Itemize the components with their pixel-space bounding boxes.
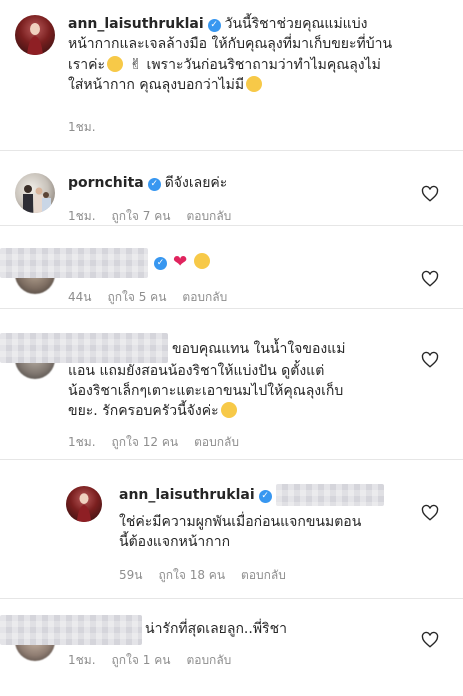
like-count-link[interactable]: ถูกใจ 18 คน xyxy=(158,568,225,582)
heart-like-icon[interactable] xyxy=(421,504,439,522)
comment-text-line: ใส่หน้ากาก คุณลุงบอกว่าไม่มี xyxy=(68,77,245,93)
victory-hand-emoji-icon: ✌ xyxy=(129,55,143,73)
heart-like-icon[interactable] xyxy=(421,185,439,203)
reply-button[interactable]: ตอบกลับ xyxy=(182,290,227,304)
comment-text-line: น้องริชาเล็กๆเตาะแตะเอาขนมไปให้คุณลุงเก็… xyxy=(68,383,344,399)
username-redacted xyxy=(0,333,168,363)
caption-comment: ann_laisuthruklai ✓ วันนี้ริชาช่วยคุณแม่แบ… xyxy=(0,0,463,150)
verified-badge-icon: ✓ xyxy=(147,178,161,191)
comment-text-line: ขยะ. รักครอบครัวนี้จังค่ะ xyxy=(68,403,219,419)
like-count-link[interactable]: ถูกใจ 12 คน xyxy=(112,435,179,449)
comment-text-line: หน้ากากและเจลล้างมือ ให้กับคุณลุงที่มาเก… xyxy=(68,36,393,52)
username-redacted xyxy=(0,248,148,278)
reply-button[interactable]: ตอบกลับ xyxy=(194,435,239,449)
reply-button[interactable]: ตอบกลับ xyxy=(241,568,286,582)
comment-meta: 1ชม. ถูกใจ 12 คน ตอบกลับ xyxy=(68,433,255,452)
avatar[interactable] xyxy=(15,15,55,55)
kissing-face-emoji-icon xyxy=(193,253,210,269)
comment-meta: 44น ถูกใจ 5 คน ตอบกลับ xyxy=(68,288,243,307)
comment-text-line: ขอบคุณแทน ในน้ำใจของแม่ xyxy=(172,341,346,357)
timestamp: 1ชม. xyxy=(68,435,96,449)
verified-badge-icon: ✓ xyxy=(154,257,167,270)
redacted-username-block xyxy=(0,248,148,278)
comment-meta: 1ชม. xyxy=(68,118,112,137)
username-redacted xyxy=(0,615,142,645)
reply-button[interactable]: ตอบกลับ xyxy=(186,209,231,223)
heart-like-icon[interactable] xyxy=(421,270,439,288)
verified-badge-icon: ✓ xyxy=(207,19,221,32)
redacted-username-block xyxy=(0,333,168,363)
reply-button[interactable]: ตอบกลับ xyxy=(186,653,231,667)
comment-item: ✓ ❤ 44น ถูกใจ 5 คน ตอบกลับ xyxy=(0,226,463,308)
heart-like-icon[interactable] xyxy=(421,351,439,369)
comment-text: น่ารักที่สุดเลยลูก..พี่ริชา xyxy=(145,621,287,637)
heart-like-icon[interactable] xyxy=(421,631,439,649)
avatar[interactable] xyxy=(15,173,55,213)
heart-eyes-emoji-icon xyxy=(220,402,237,418)
like-count-link[interactable]: ถูกใจ 5 คน xyxy=(107,290,166,304)
comment-item: ขอบคุณแทน ในน้ำใจของแม่ แอน แถมยังสอนน้อ… xyxy=(0,309,463,459)
avatar[interactable] xyxy=(66,486,102,522)
person-silhouette-icon xyxy=(27,23,43,55)
red-heart-emoji-icon: ❤ xyxy=(173,252,188,272)
family-photo-icon xyxy=(23,185,51,213)
person-silhouette-icon xyxy=(76,493,92,522)
username[interactable]: pornchita xyxy=(68,175,144,191)
username[interactable]: ann_laisuthruklai xyxy=(119,487,255,503)
redacted-mention-block xyxy=(275,484,384,506)
smiling-face-emoji-icon xyxy=(107,56,124,72)
verified-badge-icon: ✓ xyxy=(258,490,272,503)
comment-text-line: แอน แถมยังสอนน้องริชาให้แบ่งปัน ดูตั้งแต… xyxy=(68,363,325,379)
relieved-face-emoji-icon xyxy=(246,76,263,92)
comment-text: ดีจังเลยค่ะ xyxy=(164,175,228,191)
comment-item: pornchita ✓ ดีจังเลยค่ะ 1ชม. ถูกใจ 7 คน ตอบก… xyxy=(0,151,463,225)
timestamp: 44น xyxy=(68,290,92,304)
comment-meta: 1ชม. ถูกใจ 7 คน ตอบกลับ xyxy=(68,207,247,226)
timestamp: 1ชม. xyxy=(68,209,96,223)
comment-text-line: นี้ต้องแจกหน้ากาก xyxy=(119,534,231,550)
redacted-username-block xyxy=(0,615,142,645)
comment-text-line: ใช่ค่ะมีความผูกพันเมื่อก่อนแจกขนมตอน xyxy=(119,514,362,530)
comment-meta: 59น ถูกใจ 18 คน ตอบกลับ xyxy=(119,566,302,585)
comment-text-line: เราค่ะ xyxy=(68,57,106,73)
reply-item: ann_laisuthruklai ✓ ใช่ค่ะมีความผูกพันเมื… xyxy=(0,460,463,598)
comment-meta: 1ชม. ถูกใจ 1 คน ตอบกลับ xyxy=(68,651,247,670)
like-count-link[interactable]: ถูกใจ 1 คน xyxy=(112,653,171,667)
comment-item: น่ารักที่สุดเลยลูก..พี่ริชา 1ชม. ถูกใจ 1 … xyxy=(0,599,463,696)
timestamp: 1ชม. xyxy=(68,653,96,667)
timestamp: 1ชม. xyxy=(68,120,96,134)
username[interactable]: ann_laisuthruklai xyxy=(68,16,204,32)
timestamp: 59น xyxy=(119,568,143,582)
like-count-link[interactable]: ถูกใจ 7 คน xyxy=(112,209,171,223)
comment-text-line: เพราะวันก่อนริชาถามว่าทำไมคุณลุงไม่ xyxy=(142,57,381,73)
comment-text-line: วันนี้ริชาช่วยคุณแม่แบ่ง xyxy=(224,16,368,32)
